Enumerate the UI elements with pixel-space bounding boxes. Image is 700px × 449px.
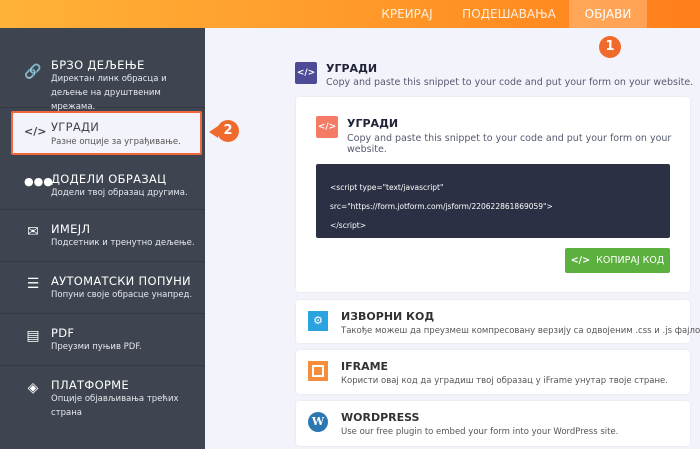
section-title: УГРАДИ xyxy=(326,62,378,75)
autofill-icon: ☰ xyxy=(26,276,40,292)
code-icon: </> xyxy=(24,125,47,138)
sidebar-item-embed[interactable]: </> УГРАДИ Разне опције за уграђивање. xyxy=(11,111,202,155)
sidebar-item-desc: Директан линк обрасца и дељење на друштв… xyxy=(51,74,167,112)
sidebar-item-desc: Додели твој образац другима. xyxy=(51,188,188,198)
option-title: IFRAME xyxy=(341,360,389,373)
option-title: ИЗВОРНИ КОД xyxy=(341,310,435,323)
code-icon: </> xyxy=(570,255,591,266)
step-badge-2: 2 xyxy=(217,120,239,142)
sidebar-item-assign[interactable]: ●●● ДОДЕЛИ ОБРАЗАЦ Додели твој образац д… xyxy=(0,160,205,210)
code-icon: </> xyxy=(295,62,317,84)
code-line: <script type="text/javascript" xyxy=(330,183,444,192)
layers-icon: ◈ xyxy=(27,380,39,396)
link-icon: 🔗 xyxy=(24,64,42,80)
pdf-icon: ▤ xyxy=(26,328,40,344)
option-desc: Такође можеш да преузмеш компресовану ве… xyxy=(341,326,700,336)
badge-pointer xyxy=(209,126,218,138)
copy-code-button[interactable]: </> КОПИРАЈ КОД xyxy=(565,248,670,273)
users-icon: ●●● xyxy=(24,175,53,188)
sidebar-item-desc: Разне опције за уграђивање. xyxy=(51,137,181,147)
option-desc: Use our free plugin to embed your form i… xyxy=(341,427,619,437)
top-nav: КРЕИРАЈ ПОДЕШАВАЊА ОБЈАВИ xyxy=(0,0,700,28)
sidebar-item-platforms[interactable]: ◈ ПЛАТФОРМЕ Опције објављивања трећих ст… xyxy=(0,366,205,418)
sidebar-item-desc: Преузми пуњив PDF. xyxy=(51,342,142,352)
sidebar-item-title: УГРАДИ xyxy=(51,120,100,134)
tab-create[interactable]: КРЕИРАЈ xyxy=(372,0,442,28)
option-title: WORDPRESS xyxy=(341,411,420,424)
embed-title: УГРАДИ xyxy=(347,117,399,130)
sidebar-item-quick-share[interactable]: 🔗 БРЗО ДЕЉЕЊЕ Директан линк обрасца и де… xyxy=(0,28,205,112)
sidebar: 🔗 БРЗО ДЕЉЕЊЕ Директан линк обрасца и де… xyxy=(0,28,205,449)
sidebar-item-title: ДОДЕЛИ ОБРАЗАЦ xyxy=(51,172,167,186)
sidebar-item-pdf[interactable]: ▤ PDF Преузми пуњив PDF. xyxy=(0,314,205,366)
sidebar-item-autofill[interactable]: ☰ АУТОМАТСКИ ПОПУНИ Попуни своје обрасце… xyxy=(0,262,205,314)
option-wordpress[interactable]: W WORDPRESS Use our free plugin to embed… xyxy=(296,401,690,446)
sidebar-item-title: ИМЕЈЛ xyxy=(51,222,91,236)
section-desc: Copy and paste this snippet to your code… xyxy=(326,77,694,88)
option-desc: Користи овај код да уградиш твој образац… xyxy=(341,376,668,386)
embed-desc: Copy and paste this snippet to your code… xyxy=(347,133,672,155)
sidebar-item-desc: Подсетник и тренутно дељење. xyxy=(51,238,195,248)
code-line: </script> xyxy=(330,221,366,230)
iframe-icon xyxy=(308,361,328,381)
step-badge-1: 1 xyxy=(599,36,621,58)
tab-publish[interactable]: ОБЈАВИ xyxy=(569,0,647,28)
gear-icon: ⚙ xyxy=(308,311,328,331)
sidebar-item-title: PDF xyxy=(51,326,75,340)
copy-code-label: КОПИРАЈ КОД xyxy=(596,255,665,266)
code-icon: </> xyxy=(316,116,338,138)
sidebar-item-title: БРЗО ДЕЉЕЊЕ xyxy=(51,58,145,72)
sidebar-item-desc: Опције објављивања трећих страна xyxy=(51,394,179,418)
embed-card: </> УГРАДИ Copy and paste this snippet t… xyxy=(296,97,690,292)
tab-settings[interactable]: ПОДЕШАВАЊА xyxy=(455,0,563,28)
option-iframe[interactable]: IFRAME Користи овај код да уградиш твој … xyxy=(296,350,690,394)
option-source-code[interactable]: ⚙ ИЗВОРНИ КОД Такође можеш да преузмеш к… xyxy=(296,300,700,343)
code-line: src="https://form.jotform.com/jsform/220… xyxy=(330,202,553,211)
envelope-icon: ✉ xyxy=(27,224,39,240)
sidebar-item-title: ПЛАТФОРМЕ xyxy=(51,378,129,392)
code-snippet[interactable]: <script type="text/javascript" src="http… xyxy=(316,164,670,238)
sidebar-item-desc: Попуни своје обрасце унапред. xyxy=(51,290,193,300)
sidebar-item-email[interactable]: ✉ ИМЕЈЛ Подсетник и тренутно дељење. xyxy=(0,210,205,262)
sidebar-item-title: АУТОМАТСКИ ПОПУНИ xyxy=(51,274,191,288)
wordpress-icon: W xyxy=(308,412,328,432)
